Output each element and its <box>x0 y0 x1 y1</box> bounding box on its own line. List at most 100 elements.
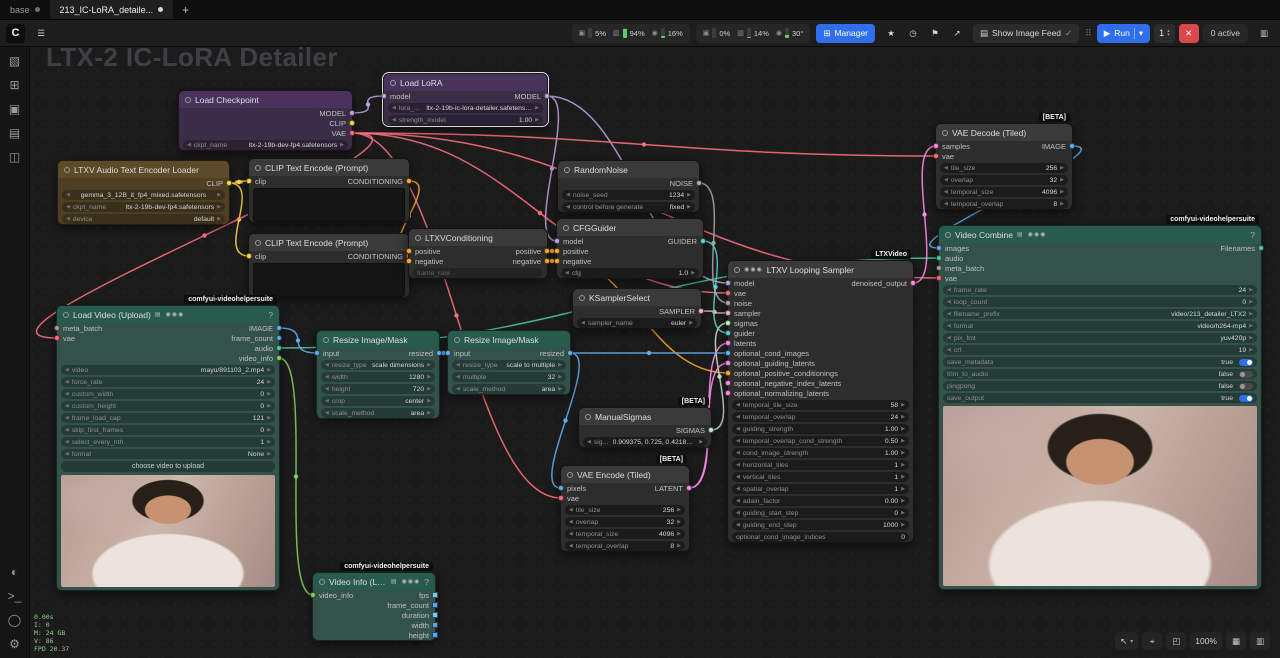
widget-multiple[interactable]: ◀multiple32▶ <box>452 372 566 382</box>
star-icon[interactable]: ★ <box>881 24 901 43</box>
collapse-dot-icon[interactable] <box>734 267 740 273</box>
decrement-arrow-icon[interactable]: ◀ <box>569 507 573 513</box>
collapse-dot-icon[interactable] <box>579 295 585 301</box>
increment-arrow-icon[interactable]: ▶ <box>687 204 691 210</box>
increment-arrow-icon[interactable]: ▶ <box>535 105 539 111</box>
collapse-dot-icon[interactable] <box>185 97 191 103</box>
decrement-arrow-icon[interactable]: ◀ <box>566 204 570 210</box>
output-slot-positive[interactable] <box>544 248 550 254</box>
widget-value[interactable]: ◀gemma_3_12B_it_fp4_mixed.safetensors▶ <box>62 190 225 200</box>
widget-cfg[interactable]: ◀cfg1.0▶ <box>561 268 699 278</box>
input-slot-vae[interactable] <box>936 275 942 281</box>
workflows-icon[interactable]: ▧ <box>9 55 20 67</box>
increment-arrow-icon[interactable]: ▶ <box>1249 347 1253 353</box>
decrement-arrow-icon[interactable]: ◀ <box>736 474 740 480</box>
input-slot-vae[interactable] <box>725 290 731 296</box>
decrement-arrow-icon[interactable]: ◀ <box>581 320 585 326</box>
node-header[interactable]: Load Checkpoint <box>179 91 352 108</box>
decrement-arrow-icon[interactable]: ◀ <box>65 451 69 457</box>
decrement-arrow-icon[interactable]: ◀ <box>325 374 329 380</box>
show-image-feed-button[interactable]: ▤ Show Image Feed ✓ <box>973 24 1079 43</box>
decrement-arrow-icon[interactable]: ◀ <box>736 402 740 408</box>
widget-height[interactable]: ◀height720▶ <box>321 384 435 394</box>
widget-strength-model[interactable]: ◀strength_model1.00▶ <box>388 115 543 125</box>
node-ltxvcond[interactable]: LTXVConditioningpositivepositivenegative… <box>408 228 548 279</box>
widget-tile-size[interactable]: ◀tile_size256▶ <box>940 163 1068 173</box>
widget-pingpong[interactable]: pingpongfalse <box>943 381 1257 391</box>
input-slot-optional_cond_images[interactable] <box>725 350 731 356</box>
down-arrow-icon[interactable]: ▾ <box>1167 33 1170 37</box>
output-slot-negative[interactable] <box>544 258 550 264</box>
input-slot-optional_guiding_latents[interactable] <box>725 360 731 366</box>
collapse-dot-icon[interactable] <box>945 232 951 238</box>
decrement-arrow-icon[interactable]: ◀ <box>325 386 329 392</box>
input-slot-audio[interactable] <box>936 255 942 261</box>
increment-arrow-icon[interactable]: ▶ <box>427 386 431 392</box>
node-loadvideo[interactable]: comfyui-videohelpersuiteLoad Video (Uplo… <box>56 305 280 591</box>
increment-arrow-icon[interactable]: ▶ <box>558 362 562 368</box>
increment-arrow-icon[interactable]: ▶ <box>217 216 221 222</box>
widget-sig-[interactable]: ◀sig...0.909375, 0.725, 0.421875, 0.0▶ <box>583 437 707 447</box>
widget-trim-to-audio[interactable]: trim_to_audiofalse <box>943 369 1257 379</box>
node-clip2[interactable]: CLIP Text Encode (Prompt)clipCONDITIONIN… <box>248 233 410 298</box>
widget-vertical-tiles[interactable]: ◀vertical_tiles1▶ <box>732 472 909 482</box>
node-checkpoint[interactable]: Load CheckpointMODELCLIPVAE◀ckpt_nameltx… <box>178 90 353 151</box>
increment-arrow-icon[interactable]: ▶ <box>699 439 703 445</box>
increment-arrow-icon[interactable]: ▶ <box>901 450 905 456</box>
increment-arrow-icon[interactable]: ▶ <box>267 391 271 397</box>
collapse-dot-icon[interactable] <box>567 472 573 478</box>
widget-spatial-overlap[interactable]: ◀spatial_overlap1▶ <box>732 484 909 494</box>
node-header[interactable]: Load LoRA <box>384 74 547 91</box>
decrement-arrow-icon[interactable]: ◀ <box>736 486 740 492</box>
increment-arrow-icon[interactable]: ▶ <box>1249 311 1253 317</box>
decrement-arrow-icon[interactable]: ◀ <box>736 414 740 420</box>
output-slot-MODEL[interactable] <box>349 110 355 116</box>
manager-button[interactable]: ⊞ Manager <box>816 24 875 43</box>
increment-arrow-icon[interactable]: ▶ <box>1060 165 1064 171</box>
increment-arrow-icon[interactable]: ▶ <box>901 426 905 432</box>
collapse-dot-icon[interactable] <box>390 80 396 86</box>
decrement-arrow-icon[interactable]: ◀ <box>569 543 573 549</box>
output-slot-resized[interactable] <box>567 350 573 356</box>
output-slot-frame_count[interactable] <box>432 602 438 608</box>
input-slot-optional_positive_conditionings[interactable] <box>725 370 731 376</box>
pointer-tool[interactable]: ↖▾ <box>1115 632 1138 650</box>
prompt-textarea[interactable] <box>253 188 405 222</box>
output-slot-duration[interactable] <box>432 612 438 618</box>
decrement-arrow-icon[interactable]: ◀ <box>736 510 740 516</box>
input-slot-negative[interactable] <box>406 258 412 264</box>
input-slot-model[interactable] <box>554 238 560 244</box>
widget-control-before-generate[interactable]: ◀control before generatefixed▶ <box>562 202 695 212</box>
widget-width[interactable]: ◀width1280▶ <box>321 372 435 382</box>
increment-arrow-icon[interactable]: ▶ <box>1249 335 1253 341</box>
node-audioenc[interactable]: LTXV Audio Text Encoder LoaderCLIP◀gemma… <box>57 160 230 225</box>
cancel-button[interactable]: ✕ <box>1179 24 1199 43</box>
help-icon[interactable]: ? <box>424 577 429 587</box>
node-header[interactable]: KSamplerSelect <box>573 289 701 306</box>
node-header[interactable]: VAE Decode (Tiled) <box>936 124 1072 141</box>
output-slot-SAMPLER[interactable] <box>698 308 704 314</box>
widget-temporal-overlap[interactable]: ◀temporal_overlap24▶ <box>732 412 909 422</box>
increment-arrow-icon[interactable]: ▶ <box>340 142 344 148</box>
widget-ckpt-name[interactable]: ◀ckpt_nameltx-2-19b-dev-fp4.safetensors▶ <box>183 140 348 150</box>
input-slot-input[interactable] <box>445 350 451 356</box>
increment-arrow-icon[interactable]: ▶ <box>901 498 905 504</box>
input-slot-clip[interactable] <box>246 178 252 184</box>
zoom-level[interactable]: 100% <box>1190 632 1222 650</box>
node-resize2[interactable]: Resize Image/Maskinputresized◀resize_typ… <box>447 330 571 395</box>
decrement-arrow-icon[interactable]: ◀ <box>947 287 951 293</box>
increment-arrow-icon[interactable]: ▶ <box>1249 287 1253 293</box>
input-slot-model[interactable] <box>725 280 731 286</box>
fit-view-button[interactable]: ◰ <box>1166 632 1186 650</box>
panel-toggle-icon[interactable]: ▥ <box>1254 24 1274 43</box>
help-icon[interactable]: ? <box>1250 230 1255 240</box>
input-slot-input[interactable] <box>314 350 320 356</box>
decrement-arrow-icon[interactable]: ◀ <box>565 270 569 276</box>
collapse-dot-icon[interactable] <box>563 225 569 231</box>
decrement-arrow-icon[interactable]: ◀ <box>456 362 460 368</box>
input-slot-video_info[interactable] <box>310 592 316 598</box>
widget-video[interactable]: ◀videomayu/891103_2.mp4▶ <box>61 365 275 375</box>
run-button[interactable]: ▶ Run ▾ <box>1097 24 1150 43</box>
outputs-icon[interactable]: ▤ <box>9 127 20 139</box>
increment-arrow-icon[interactable]: ▶ <box>267 415 271 421</box>
